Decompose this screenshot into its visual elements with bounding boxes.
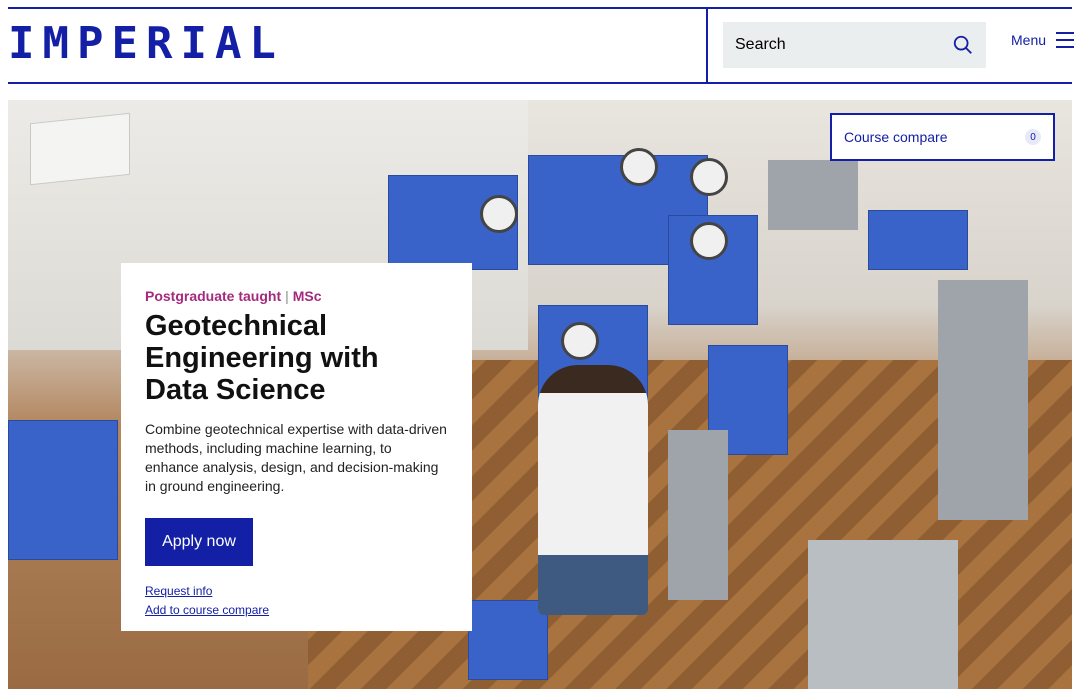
course-compare-label: Course compare (844, 129, 948, 145)
header-bottom-rule (8, 82, 1072, 84)
course-degree: MSc (292, 288, 322, 304)
pressure-gauge (480, 195, 518, 233)
lab-bench (938, 280, 1028, 520)
course-title: Geotechnical Engineering with Data Scien… (145, 310, 379, 406)
header-top-rule (8, 7, 1072, 9)
course-compare-count: 0 (1025, 129, 1041, 145)
pressure-gauge (690, 222, 728, 260)
course-type-tag: Postgraduate taught | MSc (145, 288, 448, 304)
course-description: Combine geotechnical expertise with data… (145, 421, 447, 494)
lab-equipment-panel (868, 210, 968, 270)
search-label: Search (735, 36, 786, 53)
pressure-gauge (561, 322, 599, 360)
course-type: Postgraduate taught (145, 288, 282, 304)
tag-separator: | (285, 288, 289, 304)
lab-equipment-panel (468, 600, 548, 680)
header-divider (706, 7, 708, 84)
add-to-compare-link[interactable]: Add to course compare (145, 601, 448, 620)
lab-machine (768, 160, 858, 230)
lab-cylinders (808, 540, 958, 689)
imperial-logo[interactable]: IMPERIAL (8, 22, 284, 66)
lab-technician (538, 365, 648, 615)
course-compare-button[interactable]: Course compare 0 (830, 113, 1055, 161)
request-info-link[interactable]: Request info (145, 582, 448, 601)
pressure-gauge (620, 148, 658, 186)
site-header: IMPERIAL Search Menu (0, 0, 1080, 84)
menu-icon (1056, 32, 1075, 48)
apply-now-button[interactable]: Apply now (145, 518, 253, 566)
lab-bench (668, 430, 728, 600)
lab-equipment-panel (8, 420, 118, 560)
course-card: Postgraduate taught | MSc Geotechnical Eng… (121, 263, 472, 631)
menu-label: Menu (1011, 32, 1047, 48)
wall-heater (30, 112, 130, 186)
pressure-gauge (690, 158, 728, 196)
search-box[interactable]: Search (723, 22, 986, 68)
menu-button[interactable]: Menu (1011, 32, 1075, 48)
search-icon[interactable] (952, 34, 974, 56)
